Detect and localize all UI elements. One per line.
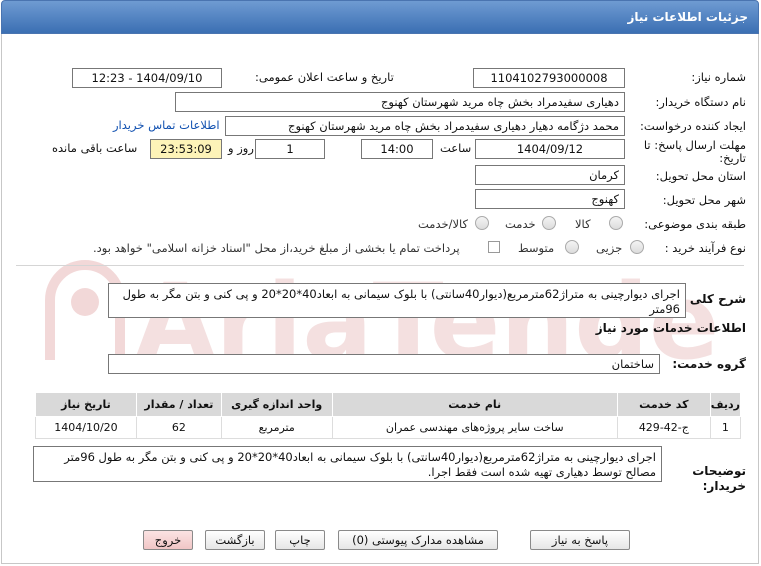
- process-radio-medium[interactable]: [565, 240, 579, 254]
- province-field: کرمان: [475, 165, 625, 185]
- cell-quantity: 62: [135, 416, 222, 439]
- city-field: کهنوج: [475, 189, 625, 209]
- print-button[interactable]: چاپ: [275, 530, 325, 550]
- col-need-date: تاریخ نیاز: [35, 392, 137, 417]
- buyer-notes-label: توضیحات: [692, 464, 746, 478]
- deadline-time-field: 14:00: [361, 139, 433, 159]
- page-title: جزئیات اطلاعات نیاز: [627, 10, 748, 24]
- days-label: روز و: [228, 141, 254, 155]
- buyer-field: دهیاری سفیدمراد بخش چاه مرید شهرستان کهن…: [175, 92, 625, 112]
- col-quantity: تعداد / مقدار: [135, 392, 222, 417]
- reply-button[interactable]: پاسخ به نیاز: [530, 530, 630, 550]
- process-option-medium: متوسط: [518, 241, 555, 255]
- deadline-label-2: تاریخ:: [719, 151, 746, 165]
- buyer-notes-text: اجرای دیوارچینی به متراژ62مترمربع(دیوار4…: [33, 446, 662, 482]
- col-service-code: کد خدمت: [616, 392, 711, 417]
- exit-button[interactable]: خروج: [143, 530, 193, 550]
- cell-service-code: ج-42-429: [616, 416, 711, 439]
- col-row: ردیف: [709, 392, 742, 417]
- services-table: ردیف کد خدمت نام خدمت واحد اندازه گیری ت…: [35, 392, 742, 439]
- buyer-label: نام دستگاه خریدار:: [655, 95, 746, 109]
- creator-label: ایجاد کننده درخواست:: [640, 119, 746, 133]
- category-label: طبقه بندی موضوعی:: [644, 217, 746, 231]
- col-unit: واحد اندازه گیری: [220, 392, 333, 417]
- table-row: 1 ج-42-429 ساخت سایر پروژه‌های مهندسی عم…: [35, 416, 742, 439]
- need-number-field: 1104102793000008: [473, 68, 625, 88]
- buyer-contact-link[interactable]: اطلاعات تماس خریدار: [113, 118, 220, 132]
- days-field: 1: [255, 139, 325, 159]
- category-radio-goods[interactable]: [609, 216, 623, 230]
- back-button[interactable]: بازگشت: [205, 530, 265, 550]
- deadline-label: مهلت ارسال پاسخ: تا: [643, 138, 746, 152]
- announce-field: 1404/09/10 - 12:23: [72, 68, 222, 88]
- process-option-minor: جزیی: [596, 241, 623, 255]
- remaining-label: ساعت باقی مانده: [52, 141, 138, 155]
- services-title: اطلاعات خدمات مورد نیاز: [595, 321, 746, 335]
- need-number-label: شماره نیاز:: [691, 70, 746, 84]
- service-group-label: گروه خدمت:: [672, 357, 746, 371]
- province-label: استان محل تحویل:: [655, 169, 746, 183]
- category-option-goods: کالا: [575, 217, 591, 231]
- col-service-name: نام خدمت: [331, 392, 618, 417]
- remaining-time-field: 23:53:09: [150, 139, 222, 159]
- deadline-date-field: 1404/09/12: [475, 139, 625, 159]
- divider: [16, 265, 744, 266]
- page-header: جزئیات اطلاعات نیاز: [1, 0, 759, 34]
- treasury-payment-checkbox[interactable]: [488, 241, 500, 253]
- process-radio-minor[interactable]: [630, 240, 644, 254]
- summary-text: اجرای دیوارچینی به متراژ62مترمربع(دیوار4…: [108, 283, 686, 318]
- table-header-row: ردیف کد خدمت نام خدمت واحد اندازه گیری ت…: [35, 392, 742, 417]
- category-radio-service[interactable]: [542, 216, 556, 230]
- creator-field: محمد دژگامه دهیار دهیاری سفیدمراد بخش چا…: [225, 116, 625, 136]
- deadline-time-label: ساعت: [440, 141, 472, 155]
- view-attachments-button[interactable]: مشاهده مدارک پیوستی (0): [338, 530, 498, 550]
- category-option-service: خدمت: [505, 217, 536, 231]
- category-option-both: کالا/خدمت: [418, 217, 469, 231]
- cell-need-date: 1404/10/20: [35, 416, 137, 439]
- cell-row: 1: [709, 416, 742, 439]
- service-group-field: ساختمان: [108, 354, 660, 374]
- buyer-notes-label-2: خریدار:: [702, 479, 746, 493]
- cell-service-name: ساخت سایر پروژه‌های مهندسی عمران: [331, 416, 618, 439]
- announce-label: تاریخ و ساعت اعلان عمومی:: [255, 70, 394, 84]
- cell-unit: مترمربع: [220, 416, 333, 439]
- category-radio-both[interactable]: [475, 216, 489, 230]
- process-label: نوع فرآیند خرید :: [664, 241, 746, 255]
- treasury-payment-note: پرداخت تمام یا بخشی از مبلغ خرید،از محل …: [93, 241, 460, 255]
- city-label: شهر محل تحویل:: [662, 193, 746, 207]
